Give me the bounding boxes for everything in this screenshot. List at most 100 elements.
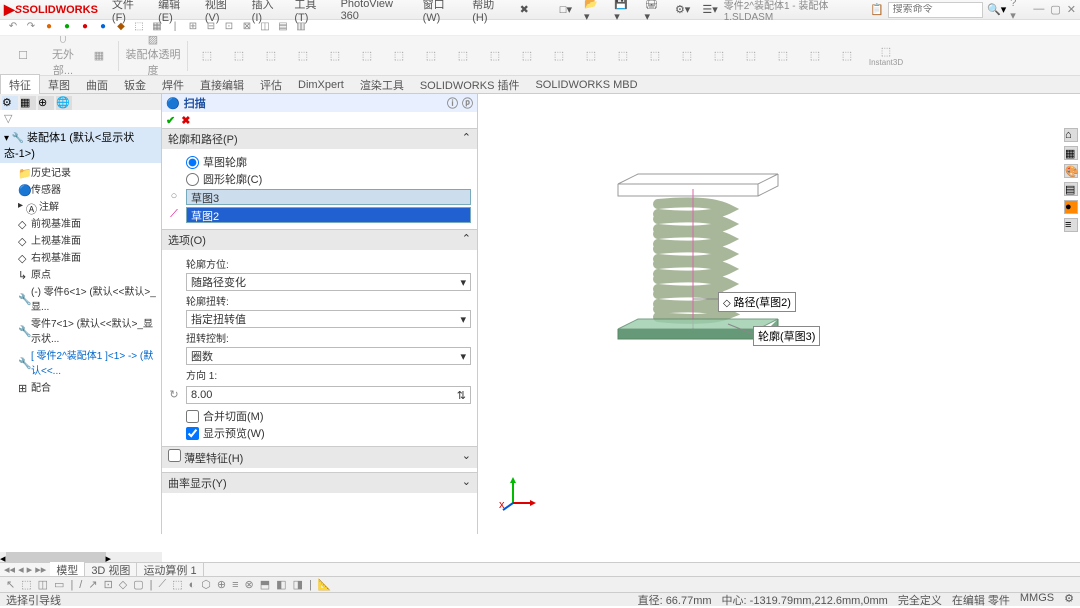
pin-icon[interactable]: ⓟ [462, 95, 473, 111]
ribbon-btn[interactable]: ⬚ [832, 39, 862, 73]
sk-icon[interactable]: ⊕ [217, 578, 226, 591]
sk-icon[interactable]: ◫ [38, 578, 48, 591]
ribbon-btn[interactable]: ⬚ [448, 39, 478, 73]
expand-icon[interactable]: ⌄ [462, 449, 471, 466]
tree-item[interactable]: 🔧 零件7<1> (默认<<默认>_显示状... [0, 314, 161, 346]
orient-dropdown[interactable]: 随路径变化▾ [186, 273, 471, 291]
ribbon-btn[interactable]: ⬚ [256, 39, 286, 73]
ribbon-btn-instant3d[interactable]: ⬚Instant3D [864, 39, 908, 73]
ribbon-btn[interactable]: ⬚ [608, 39, 638, 73]
maximize-icon[interactable]: ▢ [1050, 3, 1060, 16]
qa-icon[interactable]: ● [96, 21, 110, 35]
sk-icon[interactable]: ▢ [133, 578, 143, 591]
ribbon-btn[interactable]: ⬚ [736, 39, 766, 73]
qa-icon[interactable]: ↶ [6, 21, 20, 35]
tb-rebuild-icon[interactable]: ⚙▾ [669, 3, 696, 16]
ribbon-btn[interactable]: ⬚ [480, 39, 510, 73]
ribbon-btn[interactable]: ⬚ [352, 39, 382, 73]
qa-icon[interactable]: ⊠ [240, 21, 254, 35]
ribbon-btn-noext[interactable]: ⬯无外部... [44, 39, 82, 73]
taskpane-icon[interactable]: ▤ [1064, 182, 1078, 196]
qa-icon[interactable]: ● [78, 21, 92, 35]
tb-new-icon[interactable]: □▾ [554, 3, 578, 16]
tree-item[interactable]: 🔵 传感器 [0, 180, 161, 197]
sk-icon[interactable]: ↖ [6, 578, 15, 591]
expand-icon[interactable]: ⌄ [462, 475, 471, 491]
tab-features[interactable]: 特征 [0, 74, 40, 96]
minimize-icon[interactable]: — [1033, 3, 1044, 16]
qa-icon[interactable]: ▥ [294, 21, 308, 35]
sk-icon[interactable]: ▭ [54, 578, 64, 591]
cancel-button[interactable]: ✖ [181, 114, 190, 127]
qa-icon[interactable]: ● [60, 21, 74, 35]
twist-dropdown[interactable]: 指定扭转值▾ [186, 310, 471, 328]
tab-weldments[interactable]: 焊件 [154, 75, 192, 95]
tb-open-icon[interactable]: 📂▾ [578, 0, 608, 23]
qa-icon[interactable]: ◆ [114, 21, 128, 35]
tb-save-icon[interactable]: 💾▾ [608, 0, 638, 23]
taskpane-icon[interactable]: ≡ [1064, 218, 1078, 232]
tree-item[interactable]: ⊞ 配合 [0, 378, 161, 395]
sk-icon[interactable]: 📐 [318, 578, 332, 591]
menu-photoview[interactable]: PhotoView 360 [335, 0, 417, 22]
taskpane-icon[interactable]: ● [1064, 200, 1078, 214]
ribbon-btn[interactable]: ⬚ [288, 39, 318, 73]
tb-print-icon[interactable]: 🖨▾ [638, 0, 669, 23]
sk-icon[interactable]: / [79, 579, 82, 591]
search-icon[interactable]: 🔍 [987, 3, 1001, 16]
ribbon-btn[interactable]: ⬚ [640, 39, 670, 73]
qa-icon[interactable]: ⬚ [132, 21, 146, 35]
tree-tab-icon[interactable]: 🌐 [56, 96, 72, 110]
tree-item[interactable]: ◇ 前视基准面 [0, 214, 161, 231]
tree-item[interactable]: 🔧 [ 零件2^装配体1 ]<1> -> (默认<<... [0, 346, 161, 378]
scroll-right-icon[interactable]: ▸ [106, 552, 112, 562]
status-gear-icon[interactable]: ⚙ [1064, 592, 1074, 608]
menu-help[interactable]: 帮助(H) [466, 0, 513, 24]
sk-icon[interactable]: ◐ [189, 579, 196, 591]
tree-tab-icon[interactable]: ▦ [20, 96, 36, 110]
tree-item[interactable]: ▸ Ⓐ 注解 [0, 197, 161, 214]
status-units[interactable]: MMGS [1020, 592, 1054, 608]
tab-sketch[interactable]: 草图 [40, 75, 78, 95]
ribbon-btn[interactable]: ⬚ [576, 39, 606, 73]
sk-icon[interactable]: ↗ [88, 578, 97, 591]
ribbon-btn[interactable]: ⬚ [512, 39, 542, 73]
section-thin[interactable]: 薄壁特征(H)⌄ [162, 446, 477, 468]
radio-circular-profile[interactable]: 圆形轮廓(C) [186, 171, 471, 187]
ribbon-btn[interactable]: ⬚ [704, 39, 734, 73]
taskpane-icon[interactable]: ▦ [1064, 146, 1078, 160]
radio-sketch-profile[interactable]: 草图轮廓 [186, 154, 471, 170]
tab-mbd[interactable]: SOLIDWORKS MBD [527, 77, 645, 93]
tree-filter[interactable]: ▽ [0, 110, 161, 127]
tree-tab-icon[interactable]: ⊕ [38, 96, 54, 110]
section-curvature[interactable]: 曲率显示(Y)⌄ [162, 472, 477, 493]
sk-icon[interactable]: ⬒ [260, 578, 270, 591]
tab-dimxpert[interactable]: DimXpert [290, 77, 352, 93]
search-box[interactable] [888, 2, 983, 18]
help-icon[interactable]: ⓘ [447, 95, 458, 111]
tab-evaluate[interactable]: 评估 [252, 75, 290, 95]
sk-icon[interactable]: ◨ [293, 578, 303, 591]
qa-icon[interactable]: ⊡ [222, 21, 236, 35]
sk-icon[interactable]: ⬚ [21, 578, 31, 591]
menu-window[interactable]: 窗口(W) [417, 0, 467, 24]
ribbon-btn[interactable]: ⬚ [672, 39, 702, 73]
section-profile-path[interactable]: 轮廓和路径(P)⌃ [162, 128, 477, 149]
sk-icon[interactable]: ⟋ [159, 578, 167, 591]
ribbon-btn[interactable]: ⬚ [384, 39, 414, 73]
tree-root[interactable]: ▾ 🔧 装配体1 (默认<显示状态-1>) [0, 127, 161, 163]
tb-options-icon[interactable]: ☰▾ [696, 3, 723, 16]
ribbon-btn[interactable]: ⬚ [768, 39, 798, 73]
dir-value-field[interactable]: 8.00⇅ [186, 386, 471, 404]
ribbon-btn[interactable]: ⬚ [544, 39, 574, 73]
tab-sheetmetal[interactable]: 钣金 [116, 75, 154, 95]
view-triad[interactable]: x [498, 473, 538, 516]
spinner-icon[interactable]: ⇅ [457, 389, 466, 402]
taskpane-icon[interactable]: 🎨 [1064, 164, 1078, 178]
path-field[interactable]: 草图2 [186, 207, 471, 223]
tab-surfaces[interactable]: 曲面 [78, 75, 116, 95]
help-icon[interactable]: ?▾ [1010, 0, 1021, 22]
sk-icon[interactable]: ⊡ [104, 578, 113, 591]
ribbon-btn-transparency[interactable]: ▨装配体透明度 [123, 39, 183, 73]
sk-icon[interactable]: ⊗ [245, 578, 254, 591]
